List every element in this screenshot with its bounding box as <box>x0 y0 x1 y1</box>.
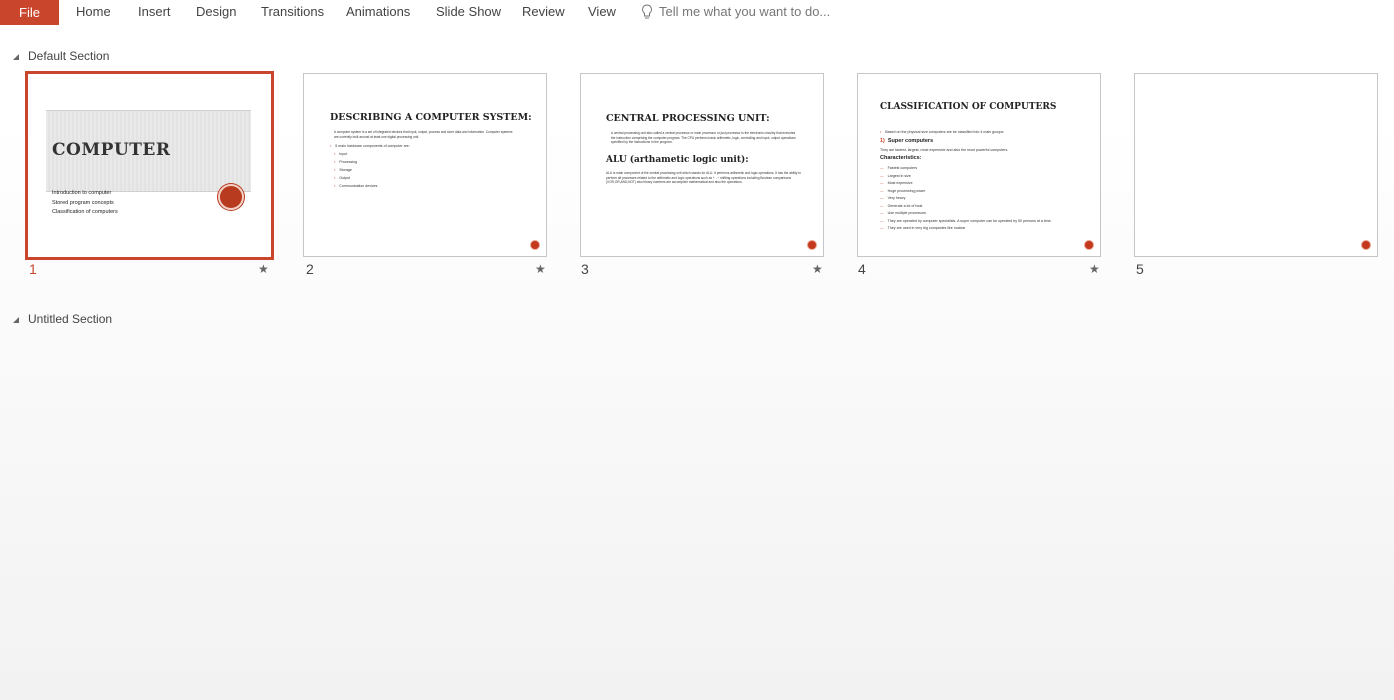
decorative-dot <box>808 241 816 249</box>
list-item: — Use multiple processors <box>880 211 926 215</box>
list-item: • Input <box>334 152 348 156</box>
slide-4-line: They are fastest, largest, most expensiv… <box>880 148 1009 152</box>
slide-number-1: 1 <box>29 261 37 277</box>
list-item: • Processing <box>334 160 358 164</box>
tab-review[interactable]: Review <box>522 0 565 25</box>
tab-file[interactable]: File <box>0 0 59 25</box>
slide-4-characteristics: Characteristics: <box>880 155 922 161</box>
animation-star-icon: ★ <box>258 262 269 276</box>
list-item: — Generate a lot of heat <box>880 204 923 208</box>
tab-view[interactable]: View <box>588 0 616 25</box>
slide-3-paragraph-2: ALU is main component of the central pro… <box>606 171 801 185</box>
slide-3-title: CENTRAL PROCESSING UNIT: <box>606 113 770 124</box>
tab-transitions[interactable]: Transitions <box>261 0 324 25</box>
slide-3-paragraph: A central processing unit also called a … <box>611 131 796 145</box>
list-item: • Storage <box>334 168 352 172</box>
animation-star-icon: ★ <box>1089 262 1100 276</box>
list-item: — Fastest computers <box>880 166 918 170</box>
collapse-triangle-icon[interactable] <box>13 317 19 323</box>
slide-3-subtitle: ALU (arthametic logic unit): <box>606 155 749 165</box>
list-item: — Huge processing power <box>880 189 926 193</box>
tab-home[interactable]: Home <box>76 0 111 25</box>
slide-number-5: 5 <box>1136 261 1144 277</box>
slide-thumbnail-3[interactable]: CENTRAL PROCESSING UNIT: A central proce… <box>580 73 824 257</box>
list-item: — Largest in size <box>880 174 911 178</box>
list-item: • Communication devices <box>334 184 378 188</box>
decorative-circle <box>218 184 244 210</box>
slide-1-line: Classification of computers <box>52 209 118 215</box>
animation-star-icon: ★ <box>812 262 823 276</box>
list-item: • Output <box>334 176 351 180</box>
collapse-triangle-icon[interactable] <box>13 54 19 60</box>
tab-insert[interactable]: Insert <box>138 0 171 25</box>
decorative-dot <box>1085 241 1093 249</box>
section-untitled-label: Untitled Section <box>28 312 113 326</box>
list-item: — Most expensive <box>880 181 913 185</box>
slide-1-line: Introduction to computer <box>52 190 112 196</box>
slide-2-intro: • 5 main hardware components of computer … <box>330 144 410 148</box>
slide-2-paragraph: A computer system is a set of integrated… <box>334 130 513 139</box>
decorative-dot <box>1362 241 1370 249</box>
slide-4-intro: • Based on the physical size computers ar… <box>880 130 1005 134</box>
tab-design[interactable]: Design <box>196 0 236 25</box>
tab-slide-show[interactable]: Slide Show <box>436 0 501 25</box>
slide-thumbnail-2[interactable]: DESCRIBING A COMPUTER SYSTEM: A computer… <box>303 73 547 257</box>
tab-animations[interactable]: Animations <box>346 0 410 25</box>
slide-number-4: 4 <box>858 261 866 277</box>
slide-1-title: COMPUTER <box>52 140 171 160</box>
lightbulb-icon <box>642 4 652 19</box>
decorative-dot <box>531 241 539 249</box>
list-item: — Very heavy <box>880 196 906 200</box>
slide-4-subtitle: 1) Super computers <box>880 138 934 144</box>
slide-thumbnail-1[interactable]: COMPUTER Introduction to computer Stored… <box>25 71 274 260</box>
list-item: — They are operated by computer specialis… <box>880 219 1052 223</box>
slide-number-3: 3 <box>581 261 589 277</box>
slide-4-title: CLASSIFICATION OF COMPUTERS <box>880 102 1057 112</box>
slide-thumbnail-4[interactable]: CLASSIFICATION OF COMPUTERS • Based on th… <box>857 73 1101 257</box>
slide-number-2: 2 <box>306 261 314 277</box>
animation-star-icon: ★ <box>535 262 546 276</box>
ribbon-tabs: File Home Insert Design Transitions Anim… <box>0 0 1394 25</box>
slide-1-line: Stored program concepts <box>52 200 114 206</box>
tell-me-placeholder: Tell me what you want to do... <box>659 4 831 19</box>
section-default-label: Default Section <box>28 49 110 63</box>
slide-2-title: DESCRIBING A COMPUTER SYSTEM: <box>330 112 532 123</box>
slide-thumbnail-5[interactable] <box>1134 73 1378 257</box>
list-item: — They are used in very big companies lik… <box>880 226 966 230</box>
